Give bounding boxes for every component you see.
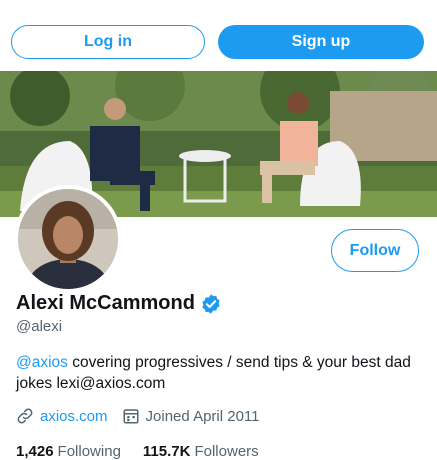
followers-count: 115.7K	[142, 443, 191, 460]
following-label: Following	[57, 443, 121, 460]
link-icon	[17, 408, 33, 424]
profile-stats: 1,426 Following 115.7K Followers	[16, 443, 281, 460]
follow-button[interactable]: Follow	[331, 229, 419, 272]
calendar-icon	[123, 409, 139, 424]
bio-mention-link[interactable]: @axios	[16, 354, 68, 371]
profile-name-row: Alexi McCammond	[16, 292, 222, 315]
following-stat[interactable]: 1,426 Following	[16, 443, 121, 460]
profile-bio: @axios covering progressives / send tips…	[16, 352, 426, 394]
website-link[interactable]: axios.com	[40, 408, 108, 425]
bio-text: covering progressives / send tips & your…	[16, 354, 411, 392]
auth-bar: Log in Sign up	[0, 0, 437, 70]
followers-stat[interactable]: 115.7K Followers	[143, 443, 259, 460]
profile-joined: Joined April 2011	[122, 407, 260, 425]
profile-meta: axios.com Joined April 2011	[16, 407, 274, 425]
profile-website[interactable]: axios.com	[16, 407, 108, 425]
profile-name: Alexi McCammond	[16, 292, 195, 314]
signup-button[interactable]: Sign up	[218, 25, 424, 59]
joined-date: Joined April 2011	[145, 407, 260, 425]
verified-badge-icon	[202, 293, 220, 314]
avatar[interactable]	[14, 185, 122, 293]
login-button[interactable]: Log in	[11, 25, 205, 59]
following-count: 1,426	[16, 443, 54, 460]
followers-label: Followers	[194, 443, 259, 460]
profile-handle: @alexi	[16, 318, 63, 335]
